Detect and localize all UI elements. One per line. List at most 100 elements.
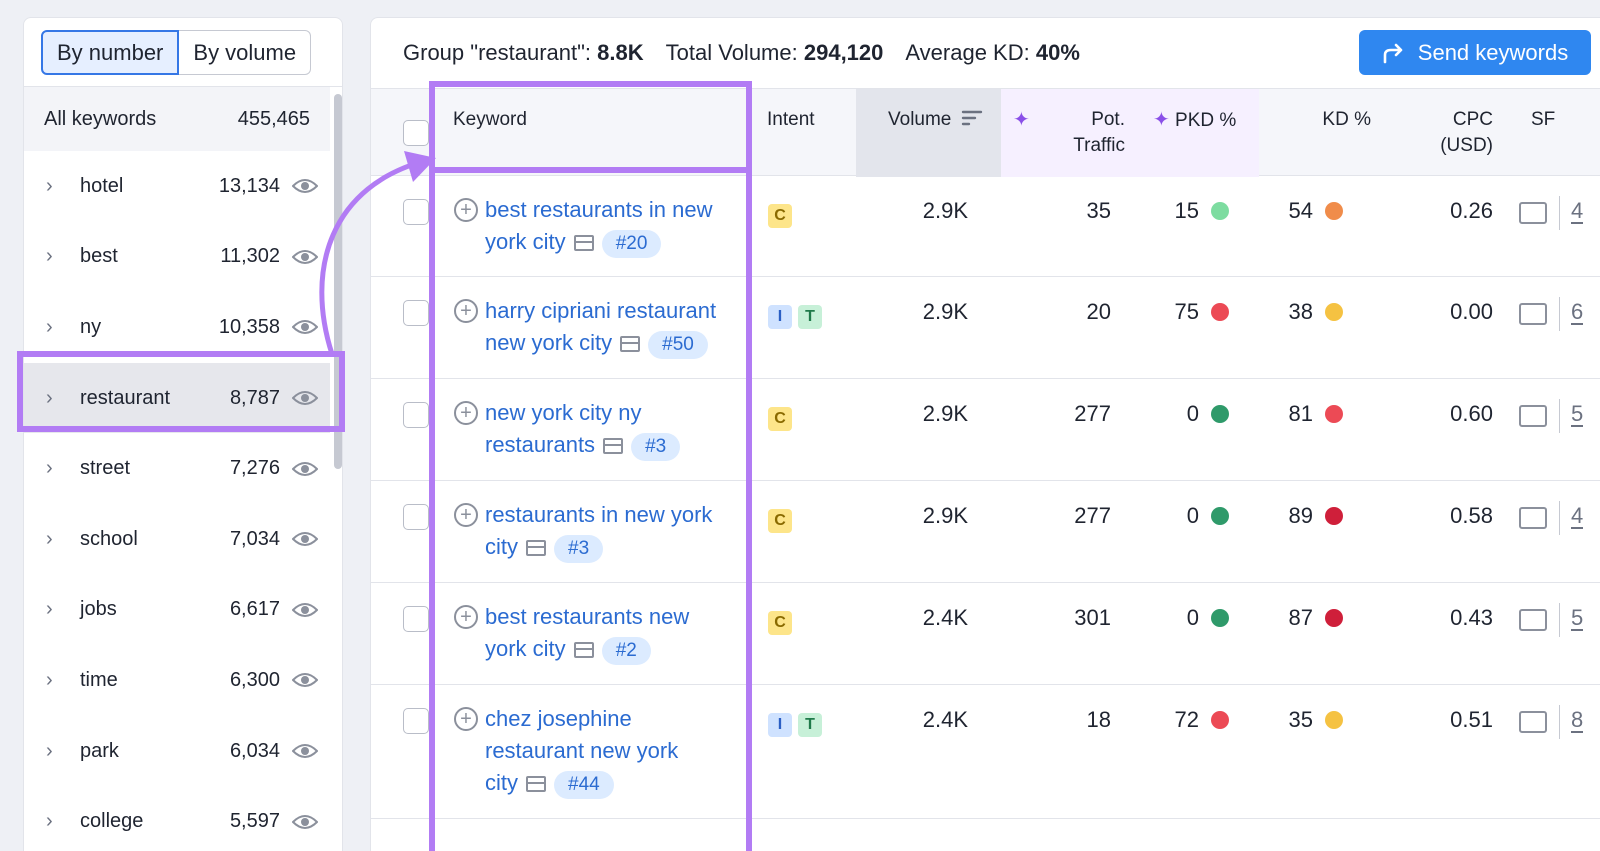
group-item-college[interactable]: › college 5,597 <box>24 786 330 851</box>
column-pot-traffic[interactable]: ✦ Pot. Traffic <box>1001 89 1141 177</box>
eye-icon[interactable] <box>292 601 318 619</box>
chevron-right-icon[interactable]: › <box>46 810 66 833</box>
intent-cell: C <box>768 200 798 228</box>
eye-icon[interactable] <box>292 813 318 831</box>
eye-icon[interactable] <box>292 318 318 336</box>
group-item-street[interactable]: › street 7,276 <box>24 433 330 504</box>
sf-preview-icon[interactable] <box>1519 711 1547 733</box>
column-volume[interactable]: Volume <box>856 89 1001 177</box>
group-item-ny[interactable]: › ny 10,358 <box>24 292 330 363</box>
sf-preview-icon[interactable] <box>1519 507 1547 529</box>
eye-icon[interactable] <box>292 742 318 760</box>
sf-preview-icon[interactable] <box>1519 405 1547 427</box>
add-circle-icon[interactable]: + <box>454 605 478 629</box>
chevron-right-icon[interactable]: › <box>46 175 66 198</box>
row-checkbox[interactable] <box>403 402 429 428</box>
column-keyword[interactable]: Keyword <box>453 89 753 177</box>
sf-divider <box>1559 603 1560 637</box>
intent-badge: I <box>768 713 792 737</box>
intent-cell: C <box>768 607 798 635</box>
chevron-right-icon[interactable]: › <box>46 457 66 480</box>
group-item-park[interactable]: › park 6,034 <box>24 716 330 787</box>
keyword-link[interactable]: new york city ny restaurants #3 <box>485 397 745 461</box>
sort-icon <box>961 110 982 126</box>
chevron-right-icon[interactable]: › <box>46 245 66 268</box>
position-badge: #3 <box>631 433 681 461</box>
sf-count[interactable]: 5 <box>1571 607 1584 631</box>
add-circle-icon[interactable]: + <box>454 401 478 425</box>
position-badge: #44 <box>554 771 614 799</box>
row-checkbox[interactable] <box>403 300 429 326</box>
serp-icon[interactable] <box>620 336 641 353</box>
by-volume-button[interactable]: By volume <box>179 30 312 75</box>
column-intent[interactable]: Intent <box>767 89 837 177</box>
kd-cell: 87 <box>1259 605 1343 631</box>
pkd-cell: 15 <box>1141 198 1229 224</box>
send-keywords-button[interactable]: Send keywords <box>1359 30 1591 75</box>
row-checkbox[interactable] <box>403 504 429 530</box>
serp-icon[interactable] <box>573 642 594 659</box>
chevron-right-icon[interactable]: › <box>46 528 66 551</box>
group-item-jobs[interactable]: › jobs 6,617 <box>24 575 330 646</box>
eye-icon[interactable] <box>292 460 318 478</box>
sf-preview-icon[interactable] <box>1519 202 1547 224</box>
keyword-link[interactable]: chez josephine restaurant new york city #44 <box>485 703 745 799</box>
select-all-checkbox[interactable] <box>403 120 429 146</box>
group-item-hotel[interactable]: › hotel 13,134 <box>24 151 330 222</box>
group-item-school[interactable]: › school 7,034 <box>24 504 330 575</box>
serp-icon[interactable] <box>603 438 624 455</box>
add-circle-icon[interactable]: + <box>454 503 478 527</box>
table-row: + best restaurants in new york city #20 C 2.9… <box>371 176 1600 277</box>
eye-icon[interactable] <box>292 530 318 548</box>
keyword-link[interactable]: best restaurants new york city #2 <box>485 601 745 665</box>
cpc-cell: 0.51 <box>1450 707 1493 732</box>
add-circle-icon[interactable]: + <box>454 707 478 731</box>
chevron-right-icon[interactable]: › <box>46 669 66 692</box>
eye-icon[interactable] <box>292 248 318 266</box>
intent-cell: IT <box>768 301 828 329</box>
group-item-restaurant[interactable]: › restaurant 8,787 <box>24 362 330 434</box>
row-checkbox[interactable] <box>403 199 429 225</box>
sidebar-scrollbar[interactable] <box>334 94 342 469</box>
add-circle-icon[interactable]: + <box>454 299 478 323</box>
keyword-link[interactable]: best restaurants in new york city #20 <box>485 194 745 258</box>
column-cpc[interactable]: CPC (USD) <box>1381 89 1493 177</box>
chevron-right-icon[interactable]: › <box>46 387 66 410</box>
chevron-right-icon[interactable]: › <box>46 598 66 621</box>
sf-divider <box>1559 705 1560 739</box>
group-list: › hotel 13,134 › best 11,302 › ny 10,358 › restaur… <box>24 151 330 851</box>
by-number-button[interactable]: By number <box>41 30 180 75</box>
serp-icon[interactable] <box>573 235 594 252</box>
sf-count[interactable]: 4 <box>1571 200 1584 224</box>
eye-icon[interactable] <box>292 177 318 195</box>
serp-icon[interactable] <box>526 776 546 793</box>
eye-icon[interactable] <box>292 671 318 689</box>
sf-count[interactable]: 6 <box>1571 301 1584 325</box>
group-summary: Group "restaurant": 8.8K <box>403 40 644 65</box>
kd-cell: 38 <box>1259 299 1343 325</box>
chevron-right-icon[interactable]: › <box>46 740 66 763</box>
group-item-best[interactable]: › best 11,302 <box>24 222 330 293</box>
pot-traffic-cell: 35 <box>1086 198 1111 223</box>
row-checkbox[interactable] <box>403 708 429 734</box>
sf-count[interactable]: 5 <box>1571 403 1584 427</box>
serp-icon[interactable] <box>526 540 546 557</box>
sf-preview-icon[interactable] <box>1519 609 1547 631</box>
row-checkbox[interactable] <box>403 606 429 632</box>
add-circle-icon[interactable]: + <box>454 198 478 222</box>
keyword-link[interactable]: restaurants in new york city #3 <box>485 499 745 563</box>
column-pkd[interactable]: ✦ PKD % <box>1141 89 1259 177</box>
sf-preview-icon[interactable] <box>1519 303 1547 325</box>
column-kd[interactable]: KD % <box>1259 89 1371 177</box>
column-sf[interactable]: SF <box>1531 89 1571 177</box>
sf-count[interactable]: 8 <box>1571 709 1584 733</box>
sf-count[interactable]: 4 <box>1571 505 1584 529</box>
column-pkd-label: PKD % <box>1175 110 1237 131</box>
average-kd: Average KD: 40% <box>905 40 1080 65</box>
eye-icon[interactable] <box>292 389 318 407</box>
group-item-time[interactable]: › time 6,300 <box>24 645 330 716</box>
chevron-right-icon[interactable]: › <box>46 316 66 339</box>
group-item-count: 5,597 <box>229 810 280 833</box>
keyword-link[interactable]: harry cipriani restaurant new york city #5… <box>485 295 745 359</box>
all-keywords-row[interactable]: All keywords 455,465 <box>24 87 330 151</box>
